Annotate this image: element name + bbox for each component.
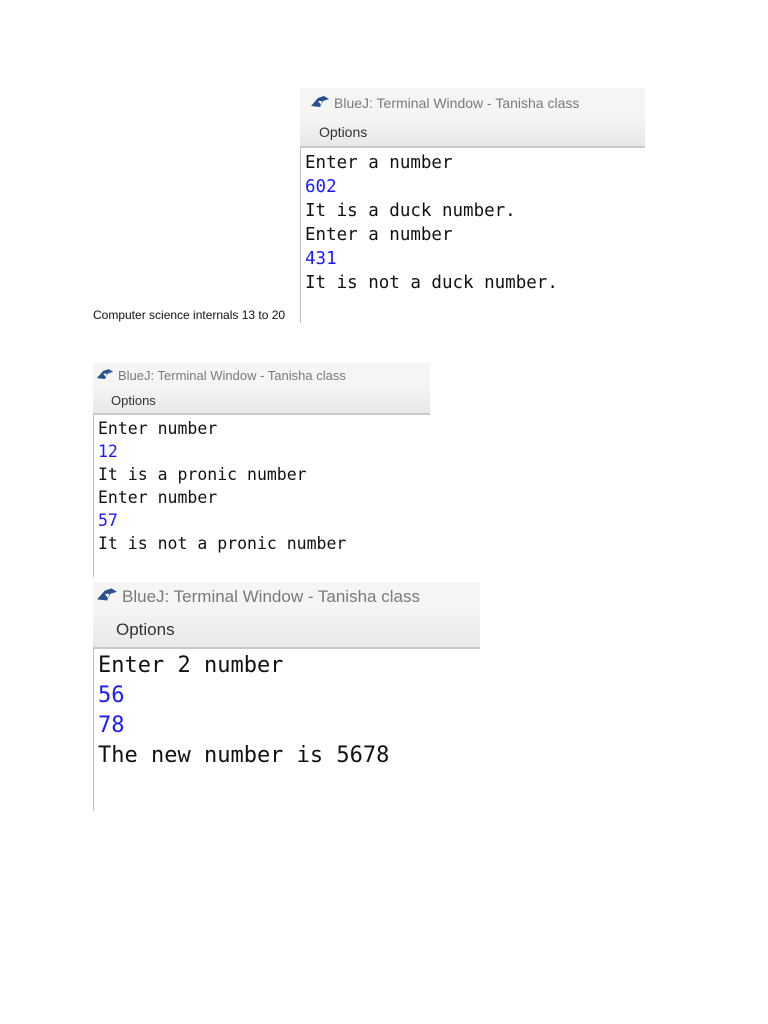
bluej-bird-icon	[96, 368, 114, 384]
input-line: 78	[98, 713, 125, 738]
output-line: It is not a pronic number	[98, 534, 347, 553]
window-title: BlueJ: Terminal Window - Tanisha class	[122, 587, 420, 606]
terminal-window-concat: BlueJ: Terminal Window - Tanisha class O…	[93, 582, 480, 811]
input-line: 57	[98, 511, 118, 530]
terminal-window-duck: BlueJ: Terminal Window - Tanisha class O…	[300, 88, 645, 323]
terminal-output: Enter a number 602 It is a duck number. …	[300, 148, 645, 323]
menu-bar: Options	[93, 388, 430, 415]
terminal-window-pronic: BlueJ: Terminal Window - Tanisha class O…	[93, 363, 430, 577]
terminal-output: Enter number 12 It is a pronic number En…	[93, 415, 430, 577]
output-line: Enter 2 number	[98, 653, 284, 678]
title-bar: BlueJ: Terminal Window - Tanisha class	[300, 88, 645, 118]
input-line: 602	[305, 177, 337, 197]
window-title: BlueJ: Terminal Window - Tanisha class	[334, 95, 580, 111]
title-bar: BlueJ: Terminal Window - Tanisha class	[93, 363, 430, 388]
output-line: It is a duck number.	[305, 201, 516, 221]
menu-bar: Options	[300, 118, 645, 148]
document-caption: Computer science internals 13 to 20	[93, 308, 286, 322]
options-menu[interactable]: Options	[319, 124, 367, 140]
input-line: 56	[98, 683, 125, 708]
output-line: Enter a number	[305, 225, 453, 245]
options-menu[interactable]: Options	[111, 393, 156, 408]
input-line: 431	[305, 249, 337, 269]
output-line: The new number is 5678	[98, 743, 390, 768]
menu-bar: Options	[93, 612, 480, 649]
title-bar: BlueJ: Terminal Window - Tanisha class	[93, 582, 480, 612]
output-line: Enter number	[98, 419, 218, 438]
output-line: It is a pronic number	[98, 465, 307, 484]
input-line: 12	[98, 442, 118, 461]
output-line: Enter a number	[305, 153, 453, 173]
bluej-bird-icon	[310, 95, 330, 112]
terminal-output: Enter 2 number 56 78 The new number is 5…	[93, 649, 480, 811]
options-menu[interactable]: Options	[116, 620, 175, 640]
bluej-bird-icon	[96, 587, 118, 608]
output-line: Enter number	[98, 488, 218, 507]
window-title: BlueJ: Terminal Window - Tanisha class	[118, 368, 346, 383]
output-line: It is not a duck number.	[305, 273, 558, 293]
